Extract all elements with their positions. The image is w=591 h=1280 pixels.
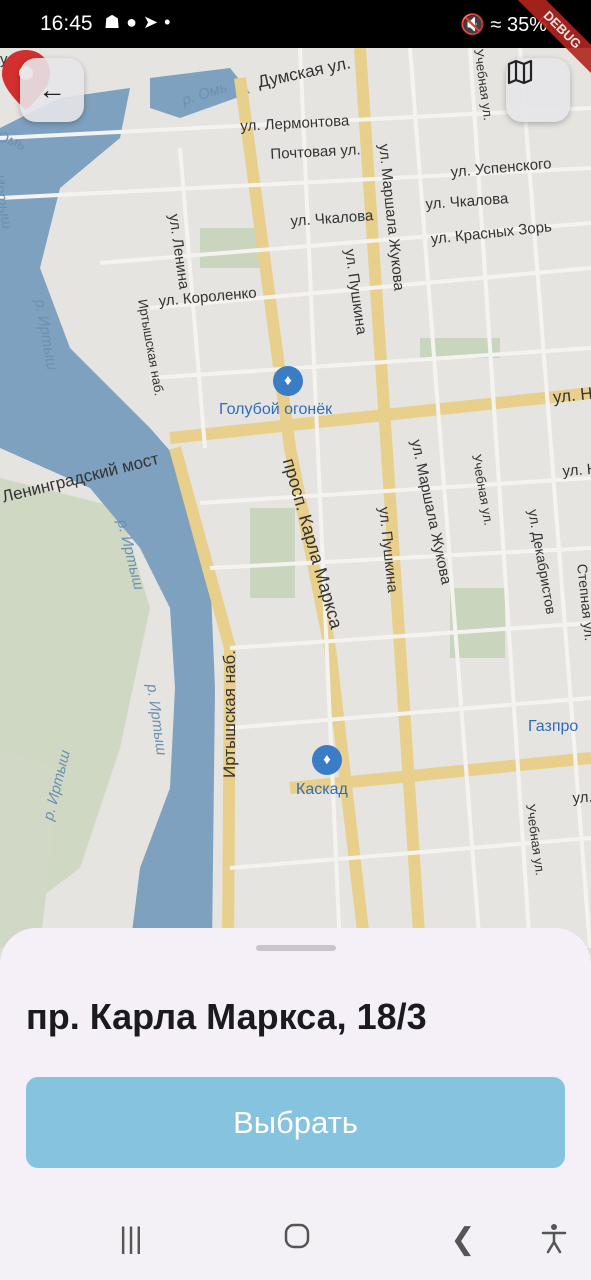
accessibility-icon[interactable] <box>538 1222 570 1258</box>
shopping-bag-icon[interactable]: ♦ <box>273 366 303 396</box>
notification-icons: ☗●➤• <box>104 12 176 33</box>
home-icon[interactable] <box>282 1222 312 1258</box>
street-label: ул. Н <box>552 383 591 407</box>
bag-icon: ☗ <box>104 12 127 32</box>
poi-label[interactable]: Голубой огонёк <box>219 401 332 419</box>
map-icon <box>507 59 533 85</box>
map-view[interactable]: Думская ул. ул. Лермонтова Почтовая ул. … <box>0 48 591 948</box>
map-layers-button[interactable] <box>506 58 570 122</box>
arrow-left-icon: ← <box>38 74 66 105</box>
street-label: ул. Н <box>562 460 591 480</box>
shopping-bag-icon[interactable]: ♦ <box>312 745 342 775</box>
status-bar: 16:45 ☗●➤• 🔇 ≈ 35% <box>0 0 591 48</box>
account-icon: ● <box>126 12 144 32</box>
telegram-icon: ➤ <box>143 12 165 32</box>
bottom-sheet: пр. Карла Маркса, 18/3 Выбрать <box>0 928 591 1200</box>
back-button[interactable]: ← <box>20 58 84 122</box>
address-title: пр. Карла Маркса, 18/3 <box>26 996 427 1037</box>
poi-label[interactable]: Каскад <box>296 781 348 799</box>
mute-icon: 🔇 <box>459 14 485 36</box>
wifi-icon: ≈ <box>490 14 502 36</box>
back-icon[interactable]: ❮ <box>448 1222 478 1258</box>
drag-handle[interactable] <box>256 945 336 951</box>
system-nav-bar: ||| ❮ <box>0 1200 591 1280</box>
status-time: 16:45 <box>40 12 93 35</box>
recent-apps-icon[interactable]: ||| <box>116 1222 146 1258</box>
dot-icon: • <box>164 12 177 32</box>
street-label: ул. Н <box>572 788 591 807</box>
poi-label[interactable]: Газпро <box>528 718 578 736</box>
street-label: Иртышская наб. <box>220 650 239 778</box>
select-button[interactable]: Выбрать <box>26 1077 565 1168</box>
